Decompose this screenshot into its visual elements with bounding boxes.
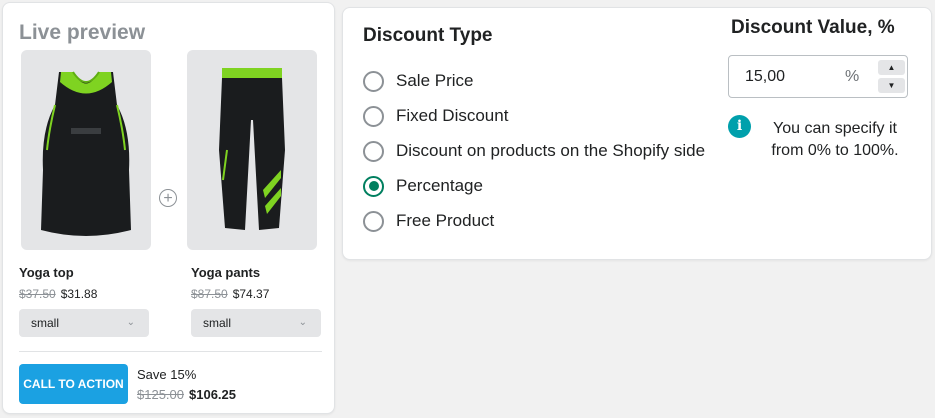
preview-title: Live preview	[19, 21, 146, 44]
radio-button[interactable]	[363, 105, 384, 127]
total-new-price: $106.25	[189, 387, 236, 402]
product-name-yoga-top: Yoga top	[19, 265, 74, 280]
radio-percentage[interactable]: Percentage	[363, 174, 483, 198]
total-old-price: $125.00	[137, 387, 184, 402]
radio-label: Fixed Discount	[396, 106, 509, 125]
chevron-down-icon: ⌄	[126, 317, 135, 328]
radio-button-checked[interactable]	[363, 175, 384, 197]
info-line-1: You can specify it	[773, 120, 897, 137]
increment-button[interactable]: ▲	[878, 60, 905, 75]
radio-free-product[interactable]: Free Product	[363, 209, 494, 233]
live-preview-panel: Live preview + Yoga top Yoga pants $37.5…	[2, 2, 335, 414]
info-text: You can specify it from 0% to 100%.	[761, 118, 909, 162]
radio-label: Discount on products on the Shopify side	[396, 141, 706, 160]
divider	[19, 351, 322, 352]
info-icon: i	[728, 115, 751, 138]
radio-label: Sale Price	[396, 71, 474, 90]
old-price: $87.50	[191, 287, 228, 301]
price-yoga-top: $37.50 $31.88	[19, 287, 97, 301]
size-value: small	[203, 316, 232, 330]
new-price: $74.37	[232, 287, 270, 301]
radio-button[interactable]	[363, 140, 384, 162]
size-select-yoga-pants[interactable]: small ⌄	[191, 309, 321, 337]
yoga-top-image	[21, 50, 151, 250]
bundle-total: $125.00 $106.25	[137, 387, 236, 402]
new-price: $31.88	[60, 287, 98, 301]
discount-value: 15,00	[745, 68, 786, 85]
radio-button[interactable]	[363, 210, 384, 232]
info-line-2: from 0% to 100%.	[771, 142, 899, 159]
discount-value-title: Discount Value, %	[731, 17, 895, 38]
save-text: Save 15%	[137, 367, 197, 382]
size-value: small	[31, 316, 60, 330]
size-select-yoga-top[interactable]: small ⌄	[19, 309, 149, 337]
radio-button[interactable]	[363, 70, 384, 92]
discount-type-title: Discount Type	[363, 25, 493, 46]
radio-label: Percentage	[396, 176, 483, 195]
radio-shopify-side[interactable]: Discount on products on the Shopify side	[363, 139, 705, 163]
percent-unit: %	[845, 68, 860, 85]
call-to-action-button[interactable]: CALL TO ACTION	[19, 364, 128, 404]
discount-value-input[interactable]: 15,00 % ▲ ▼	[728, 55, 908, 98]
radio-sale-price[interactable]: Sale Price	[363, 69, 473, 93]
price-yoga-pants: $87.50 $74.37	[191, 287, 269, 301]
discount-settings-panel: Discount Type Sale Price Fixed Discount …	[342, 7, 932, 260]
radio-fixed-discount[interactable]: Fixed Discount	[363, 104, 508, 128]
old-price: $37.50	[19, 287, 56, 301]
radio-label: Free Product	[396, 211, 495, 230]
product-name-yoga-pants: Yoga pants	[191, 265, 261, 280]
chevron-down-icon: ⌄	[298, 317, 307, 328]
decrement-button[interactable]: ▼	[878, 78, 905, 93]
yoga-pants-image	[187, 50, 317, 250]
plus-icon: +	[159, 189, 177, 207]
